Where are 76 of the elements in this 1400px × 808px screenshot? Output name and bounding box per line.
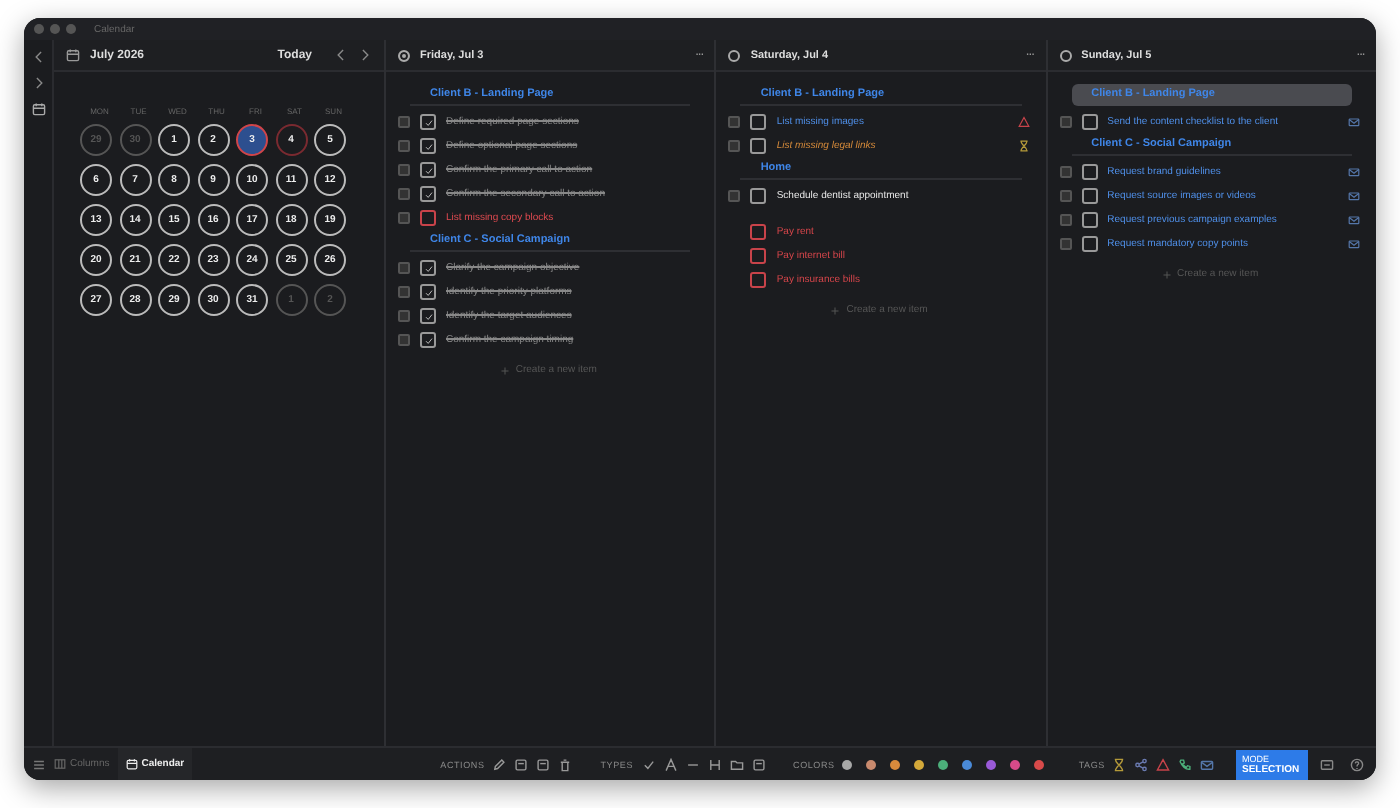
chevron-left-icon[interactable] [31,50,45,64]
menu-icon[interactable] [32,757,46,771]
chevron-right-icon [358,48,372,62]
checkbox[interactable] [1081,212,1098,228]
check-icon [423,311,433,321]
help-icon[interactable] [1350,757,1364,771]
color-swatch[interactable] [1034,759,1045,769]
phone-icon[interactable] [1178,757,1193,771]
hourglass-icon[interactable] [1112,757,1127,771]
check-icon [423,287,433,297]
warning-icon[interactable] [1156,757,1171,771]
chevron-right-icon[interactable] [31,76,45,90]
checkbox[interactable] [750,224,767,240]
heading-icon[interactable] [707,757,722,771]
color-swatch[interactable] [986,759,997,769]
folder-icon[interactable] [729,757,744,771]
screen-icon[interactable] [1320,757,1334,771]
letter-icon[interactable] [663,757,678,771]
checkbox[interactable] [750,138,767,154]
mail-icon [1347,214,1360,226]
mail-icon [1347,116,1360,128]
status-dot[interactable] [398,49,410,61]
next-button[interactable] [358,48,372,62]
color-swatch[interactable] [890,759,901,769]
checkbox[interactable] [420,114,436,130]
checkbox[interactable] [420,162,436,178]
hourglass-icon [1017,140,1030,152]
share-icon[interactable] [1134,757,1149,771]
calendar-icon [125,758,138,770]
checkbox[interactable] [1081,114,1098,130]
mail-icon [1347,166,1360,178]
checkbox[interactable] [420,186,436,202]
color-swatch[interactable] [866,759,877,769]
box-icon[interactable] [514,757,529,771]
mail-icon [1347,190,1360,202]
checkbox[interactable] [750,188,767,204]
edit-icon[interactable] [492,757,507,771]
box-icon[interactable] [536,757,551,771]
checkbox[interactable] [750,114,767,130]
checkbox[interactable] [1081,188,1098,204]
drag-handle[interactable] [1059,116,1072,128]
mail-icon[interactable] [1200,757,1215,771]
checkbox[interactable] [750,272,767,288]
status-dot[interactable] [1059,49,1072,61]
color-swatch[interactable] [1010,759,1021,769]
checkbox[interactable] [420,332,436,348]
status-dot[interactable] [728,49,741,61]
drag-handle[interactable] [728,190,741,202]
check-icon [423,141,433,151]
color-swatch[interactable] [962,759,973,769]
chevron-left-icon [334,48,348,62]
check-icon [423,189,433,199]
check-icon [423,165,433,175]
color-swatch[interactable] [938,759,949,769]
color-swatch[interactable] [842,759,853,769]
warning-icon [1017,116,1030,128]
check-icon[interactable] [641,757,656,771]
checkbox[interactable] [420,138,436,154]
check-icon [423,335,433,345]
checkbox[interactable] [750,248,767,264]
checkbox[interactable] [1081,164,1098,180]
calendar-icon[interactable] [31,102,45,116]
checkbox[interactable] [420,284,436,300]
calendar-icon [66,48,80,62]
checkbox[interactable] [420,308,436,324]
check-icon [423,117,433,127]
checkbox[interactable] [1081,236,1098,252]
color-swatch[interactable] [914,759,925,769]
previous-button[interactable] [334,48,348,62]
columns-icon [54,758,66,770]
checkbox[interactable] [420,210,436,226]
check-icon [423,263,433,273]
box-icon[interactable] [751,757,766,771]
checkbox[interactable] [420,260,436,276]
trash-icon[interactable] [558,757,573,771]
mail-icon [1347,238,1360,250]
